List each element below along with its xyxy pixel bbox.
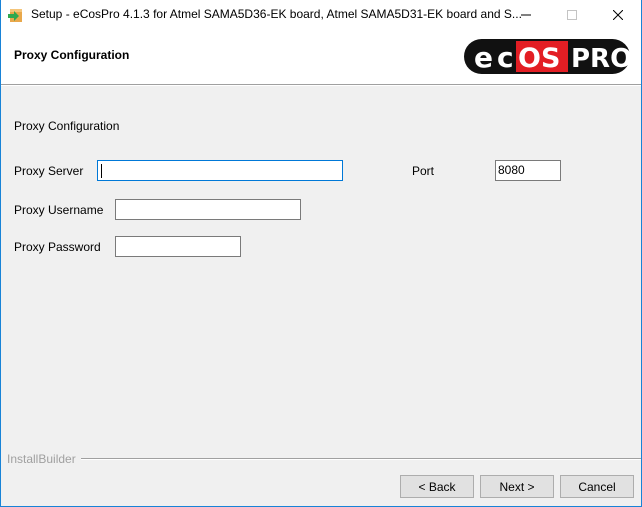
section-title: Proxy Configuration [14, 119, 120, 133]
window-title: Setup - eCosPro 4.1.3 for Atmel SAMA5D36… [31, 7, 522, 21]
svg-text:PRO: PRO [571, 44, 630, 74]
close-icon [613, 10, 623, 20]
port-label: Port [412, 164, 435, 178]
maximize-icon [567, 10, 577, 20]
minimize-button[interactable] [503, 0, 549, 30]
proxy-password-input[interactable] [115, 236, 241, 257]
header-separator-highlight [1, 85, 641, 86]
close-button[interactable] [595, 0, 641, 30]
cancel-button[interactable]: Cancel [560, 475, 634, 498]
next-button[interactable]: Next > [480, 475, 554, 498]
footer-separator-highlight [81, 459, 641, 460]
proxy-server-input[interactable] [97, 160, 343, 181]
text-caret [101, 164, 102, 178]
page-title: Proxy Configuration [14, 48, 130, 62]
svg-text:c: c [497, 41, 514, 74]
port-value: 8080 [498, 163, 525, 177]
proxy-password-label: Proxy Password [14, 240, 101, 254]
installbuilder-brand: InstallBuilder [7, 452, 76, 466]
installer-box-arrow-icon [8, 9, 22, 22]
proxy-username-label: Proxy Username [14, 203, 104, 217]
ecospro-logo: e c OS PRO [464, 39, 630, 74]
proxy-server-label: Proxy Server [14, 164, 84, 178]
maximize-button [549, 0, 595, 30]
proxy-username-input[interactable] [115, 199, 301, 220]
setup-window: Setup - eCosPro 4.1.3 for Atmel SAMA5D36… [0, 0, 642, 507]
port-input[interactable]: 8080 [495, 160, 561, 181]
svg-text:OS: OS [518, 43, 560, 74]
title-bar[interactable]: Setup - eCosPro 4.1.3 for Atmel SAMA5D36… [1, 0, 641, 30]
svg-text:e: e [474, 41, 493, 74]
minimize-icon [521, 14, 531, 16]
back-button[interactable]: < Back [400, 475, 474, 498]
page-header: Proxy Configuration e c OS PRO [1, 30, 641, 84]
